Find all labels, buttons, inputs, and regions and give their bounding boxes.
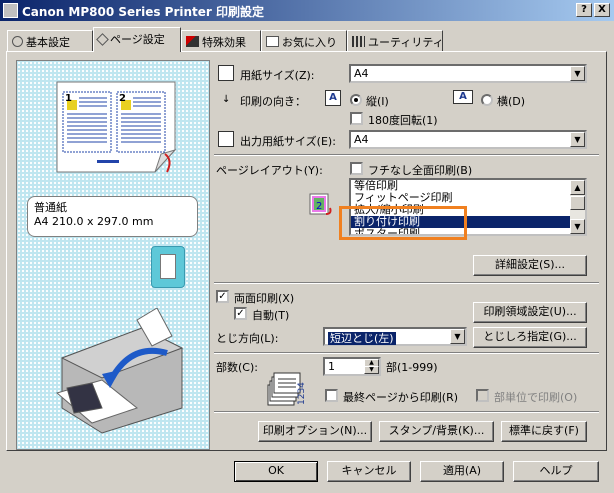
auto-label: 自動(T) <box>252 309 290 322</box>
apply-button[interactable]: 適用(A) <box>420 461 504 482</box>
borderless-label: フチなし全面印刷(B) <box>368 164 473 177</box>
favorites-icon <box>266 36 279 47</box>
copies-stepper[interactable]: 1 ▲ ▼ <box>323 357 381 376</box>
spin-down-icon[interactable]: ▼ <box>364 366 379 374</box>
portrait-icon: A <box>325 90 341 106</box>
window-title: Canon MP800 Series Printer 印刷設定 <box>22 5 264 19</box>
duplex-label: 両面印刷(X) <box>234 292 295 305</box>
title-bar: Canon MP800 Series Printer 印刷設定 ? X <box>0 0 614 21</box>
paper-size-text: A4 210.0 x 297.0 mm <box>34 215 154 228</box>
close-title-button[interactable]: X <box>594 3 610 17</box>
copies-range: 部(1-999) <box>386 361 438 374</box>
arrow-down-icon: ↓ <box>222 94 231 105</box>
layout-label: ページレイアウト(Y): <box>216 164 323 177</box>
utility-icon <box>352 36 365 47</box>
stacked-pages-icon: 1234 <box>267 372 307 406</box>
tab-basic[interactable]: 基本設定 <box>7 30 93 51</box>
page-number-2: 2 <box>119 93 126 104</box>
copies-label: 部数(C): <box>216 361 258 374</box>
stamp-background-button[interactable]: スタンプ/背景(K)... <box>379 421 494 442</box>
scroll-thumb[interactable] <box>570 196 585 210</box>
divider <box>214 282 599 284</box>
orientation-preview <box>151 246 185 288</box>
help-button[interactable]: ヘルプ <box>513 461 599 482</box>
chevron-down-icon[interactable]: ▼ <box>570 66 585 81</box>
landscape-label: 横(D) <box>497 95 526 108</box>
printer-app-icon <box>3 3 18 18</box>
rotate180-checkbox[interactable] <box>350 112 363 125</box>
cancel-button[interactable]: キャンセル <box>327 461 411 482</box>
portrait-page-icon <box>160 254 176 279</box>
duplex-checkbox[interactable]: ✓ <box>216 290 229 303</box>
divider <box>214 411 599 413</box>
tab-page-setup[interactable]: ページ設定 <box>93 27 181 52</box>
basic-settings-icon <box>12 36 23 47</box>
print-options-button[interactable]: 印刷オプション(N)... <box>258 421 372 442</box>
output-size-icon <box>218 131 234 147</box>
reverse-order-label: 最終ページから印刷(R) <box>343 391 459 404</box>
paper-size-icon <box>218 65 234 81</box>
auto-checkbox[interactable]: ✓ <box>234 307 247 320</box>
scroll-down-icon[interactable]: ▼ <box>570 219 585 234</box>
svg-text:1234: 1234 <box>297 382 307 405</box>
landscape-icon: A <box>453 90 473 104</box>
chevron-down-icon[interactable]: ▼ <box>450 329 465 344</box>
output-size-label: 出力用紙サイズ(E): <box>240 135 336 148</box>
paper-size-label: 用紙サイズ(Z): <box>240 69 315 82</box>
highlight-box <box>339 206 467 240</box>
orientation-label: 印刷の向き： <box>240 95 306 108</box>
chevron-down-icon[interactable]: ▼ <box>570 132 585 147</box>
tab-special-effects[interactable]: 特殊効果 <box>181 30 261 51</box>
divider <box>214 154 599 156</box>
borderless-checkbox[interactable] <box>350 162 363 175</box>
svg-text:2: 2 <box>316 201 322 212</box>
help-title-button[interactable]: ? <box>576 3 592 17</box>
details-button[interactable]: 詳細設定(S)... <box>473 255 587 276</box>
divider <box>214 352 599 354</box>
scroll-up-icon[interactable]: ▲ <box>570 180 585 195</box>
collate-checkbox[interactable] <box>476 389 489 402</box>
portrait-radio[interactable] <box>350 94 362 106</box>
reverse-order-checkbox[interactable] <box>325 389 338 402</box>
brush-icon <box>186 36 199 47</box>
print-area-button[interactable]: 印刷領域設定(U)... <box>473 302 587 323</box>
binding-dropdown[interactable]: 短辺とじ(左) ▼ <box>323 327 467 346</box>
tab-utility[interactable]: ユーティリティ <box>347 30 444 51</box>
restore-defaults-button[interactable]: 標準に戻す(F) <box>501 421 587 442</box>
landscape-radio[interactable] <box>481 94 493 106</box>
ok-button[interactable]: OK <box>234 461 318 482</box>
layout-scrollbar[interactable]: ▲ ▼ <box>570 180 585 234</box>
rotate180-label: 180度回転(1) <box>368 114 438 127</box>
paper-type-text: 普通紙 <box>34 201 67 214</box>
page-number-1: 1 <box>65 93 72 104</box>
output-size-dropdown[interactable]: A4 ▼ <box>349 130 587 149</box>
layout-icon: 2 <box>309 193 332 215</box>
binding-margin-button[interactable]: とじしろ指定(G)... <box>473 327 587 348</box>
collate-label: 部単位で印刷(O) <box>494 391 578 404</box>
binding-label: とじ方向(L): <box>216 332 279 345</box>
page-setup-icon <box>96 33 109 46</box>
printer-illustration <box>55 308 184 434</box>
portrait-label: 縦(I) <box>366 95 389 108</box>
paper-info-box: 普通紙 A4 210.0 x 297.0 mm <box>27 196 198 237</box>
paper-size-dropdown[interactable]: A4 ▼ <box>349 64 587 83</box>
tab-favorites[interactable]: お気に入り <box>261 30 347 51</box>
